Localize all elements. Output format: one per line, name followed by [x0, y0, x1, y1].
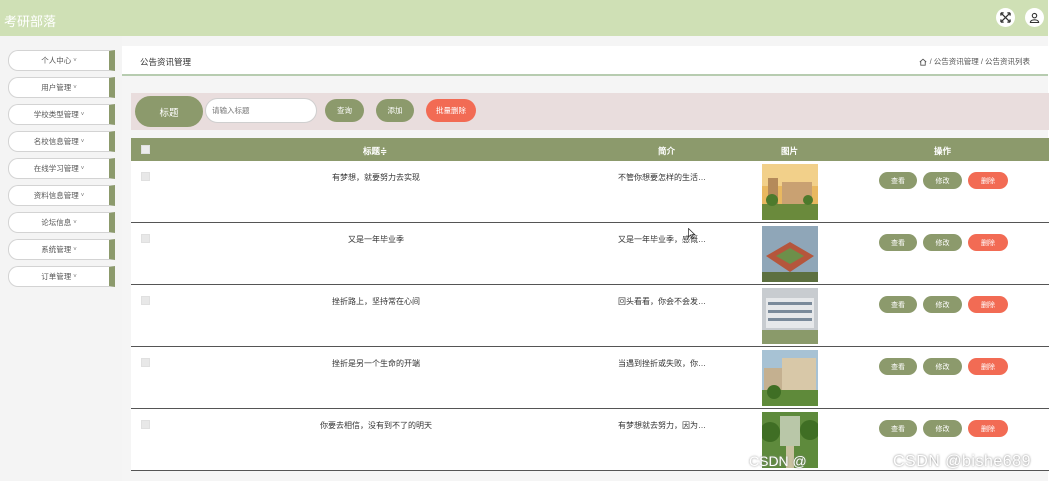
view-button[interactable]: 查看 [879, 296, 917, 313]
view-button[interactable]: 查看 [879, 172, 917, 189]
chevron-down-icon: ˅ [73, 57, 77, 64]
chevron-down-icon: ˅ [80, 165, 85, 172]
row-image [762, 350, 818, 406]
sidebar-item-system[interactable]: 系统管理 ˅ [8, 239, 115, 260]
mouse-cursor-icon [688, 228, 696, 239]
sidebar-item-label: 个人中心 [41, 56, 72, 65]
row-title: 又是一年毕业季 [348, 235, 404, 244]
sidebar-item-label: 资料信息管理 [33, 191, 79, 200]
chevron-down-icon: ˅ [80, 192, 85, 199]
chevron-down-icon: ˅ [80, 138, 85, 145]
sidebar-item-label: 论坛信息 [41, 218, 72, 227]
sidebar-item-personal-center[interactable]: 个人中心 ˅ [8, 50, 115, 71]
edit-button[interactable]: 修改 [923, 420, 962, 437]
view-button[interactable]: 查看 [879, 358, 917, 375]
row-title: 挫折是另一个生命的开端 [332, 359, 420, 368]
row-intro: 回头看看，你会不会发… [618, 297, 706, 306]
add-button[interactable]: 添加 [376, 99, 414, 122]
row-intro: 当遇到挫折或失败，你… [618, 359, 706, 368]
table-row: 有梦想，就要努力去实现 不管你想要怎样的生活… 查看 修改 删除 [131, 161, 1049, 223]
sidebar-item-orders[interactable]: 订单管理 ˅ [8, 266, 115, 287]
row-title: 有梦想，就要努力去实现 [332, 173, 420, 182]
sidebar-item-label: 系统管理 [41, 245, 72, 254]
select-all-checkbox[interactable] [141, 145, 150, 154]
search-input[interactable] [205, 98, 317, 123]
delete-button[interactable]: 删除 [968, 172, 1008, 189]
row-title: 挫折路上，坚持常在心间 [332, 297, 420, 306]
fullscreen-icon [1000, 12, 1011, 23]
sidebar-item-label: 名校信息管理 [33, 137, 79, 146]
chevron-down-icon: ˅ [73, 273, 77, 280]
view-button[interactable]: 查看 [879, 420, 917, 437]
edit-button[interactable]: 修改 [923, 358, 962, 375]
table-row: 又是一年毕业季 又是一年毕业季，感慨… 查看 修改 删除 [131, 223, 1049, 285]
row-image [762, 226, 818, 282]
row-title: 你要去相信，没有到不了的明天 [320, 421, 432, 430]
table-row: 挫折路上，坚持常在心间 回头看看，你会不会发… 查看 修改 删除 [131, 285, 1049, 347]
chevron-down-icon: ˅ [73, 219, 77, 226]
batch-delete-button[interactable]: 批量删除 [426, 99, 476, 122]
edit-button[interactable]: 修改 [923, 172, 962, 189]
view-button[interactable]: 查看 [879, 234, 917, 251]
user-icon [1029, 12, 1040, 23]
sidebar-item-user-management[interactable]: 用户管理 ˅ [8, 77, 115, 98]
page-title: 公告资讯管理 [140, 57, 192, 67]
fullscreen-button[interactable] [996, 8, 1015, 27]
sidebar-item-school-info[interactable]: 名校信息管理 ˅ [8, 131, 115, 152]
chevron-down-icon: ˅ [73, 84, 77, 91]
sidebar: 个人中心 ˅ 用户管理 ˅ 学校类型管理 ˅ 名校信息管理 ˅ 在线学习管理 ˅ 资料信息… [0, 36, 122, 481]
table-row: 挫折是另一个生命的开端 当遇到挫折或失败，你… 查看 修改 删除 [131, 347, 1049, 409]
chevron-down-icon: ˅ [80, 111, 85, 118]
delete-button[interactable]: 删除 [968, 420, 1008, 437]
page-header: 公告资讯管理 / 公告资讯管理 / 公告资讯列表 [122, 46, 1048, 76]
row-intro: 有梦想就去努力，因为… [618, 421, 706, 430]
announcement-table: 标题≑ 简介 图片 操作 有梦想，就要努力去实现 不管你想要怎样的生活… 查看 … [131, 138, 1049, 471]
top-bar: 考研部落 [0, 0, 1048, 36]
delete-button[interactable]: 删除 [968, 234, 1008, 251]
column-title[interactable]: 标题≑ [363, 145, 387, 157]
breadcrumb: / 公告资讯管理 / 公告资讯列表 [919, 56, 1030, 67]
sidebar-item-label: 在线学习管理 [33, 164, 79, 173]
row-intro: 不管你想要怎样的生活… [618, 173, 706, 182]
delete-button[interactable]: 删除 [968, 296, 1008, 313]
edit-button[interactable]: 修改 [923, 234, 962, 251]
column-intro: 简介 [658, 146, 676, 156]
search-bar: 标题 查询 添加 批量删除 [131, 93, 1049, 130]
sidebar-item-school-type[interactable]: 学校类型管理 ˅ [8, 104, 115, 125]
column-image: 图片 [781, 146, 799, 156]
user-button[interactable] [1025, 8, 1044, 27]
row-image [762, 164, 818, 220]
query-button[interactable]: 查询 [325, 99, 364, 122]
watermark-right: CSDN @bishe689 [893, 453, 1031, 470]
sidebar-item-label: 订单管理 [41, 272, 72, 281]
row-image [762, 288, 818, 344]
search-field-label: 标题 [135, 96, 203, 127]
watermark-left: CSDN @ [749, 453, 807, 469]
sidebar-item-materials[interactable]: 资料信息管理 ˅ [8, 185, 115, 206]
app-brand: 考研部落 [4, 14, 57, 29]
sidebar-item-forum[interactable]: 论坛信息 ˅ [8, 212, 115, 233]
sidebar-item-label: 学校类型管理 [33, 110, 79, 119]
edit-button[interactable]: 修改 [923, 296, 962, 313]
sidebar-item-online-learning[interactable]: 在线学习管理 ˅ [8, 158, 115, 179]
breadcrumb-text[interactable]: / 公告资讯管理 / 公告资讯列表 [930, 56, 1030, 67]
sidebar-item-label: 用户管理 [41, 83, 72, 92]
delete-button[interactable]: 删除 [968, 358, 1008, 375]
column-actions: 操作 [934, 146, 952, 156]
chevron-down-icon: ˅ [73, 246, 77, 253]
table-header: 标题≑ 简介 图片 操作 [131, 138, 1049, 161]
home-icon[interactable] [919, 58, 927, 66]
